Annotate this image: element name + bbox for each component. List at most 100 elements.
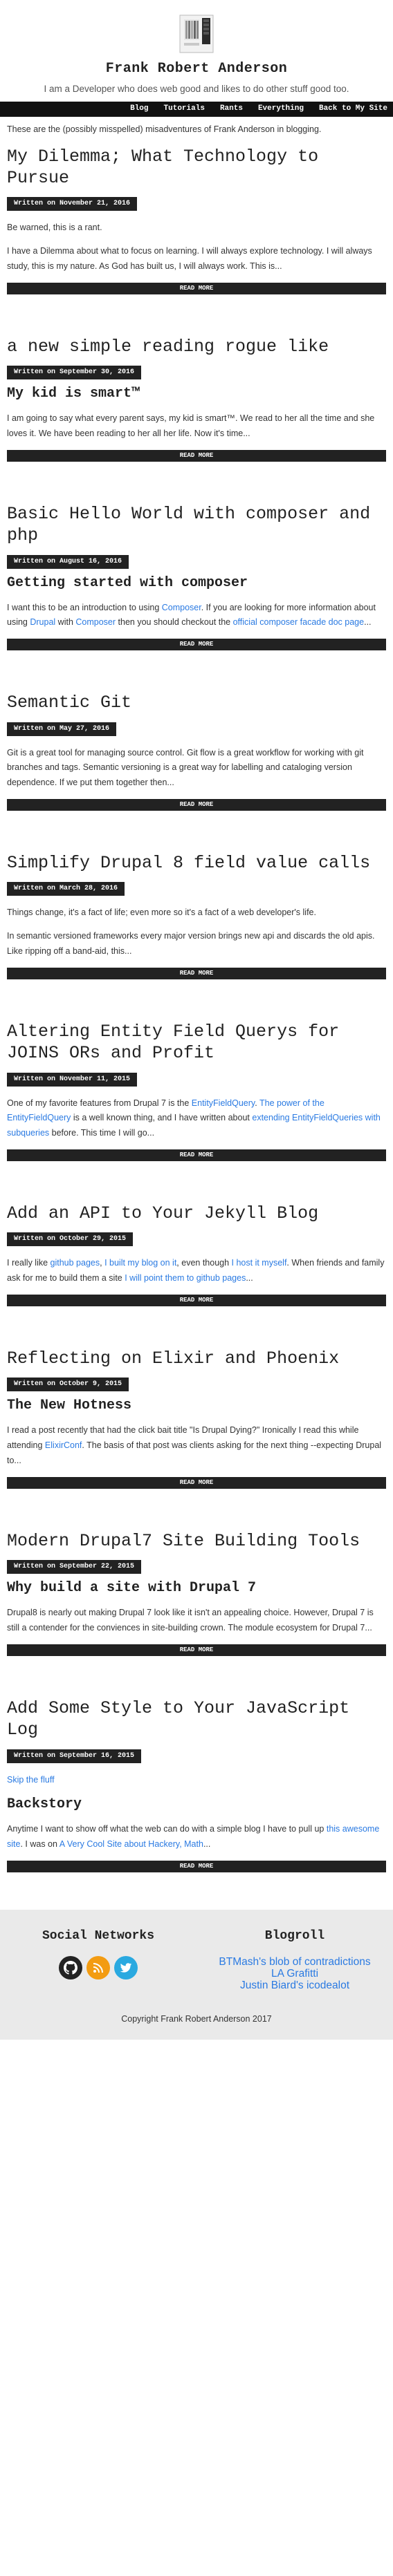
- excerpt-paragraph: Be warned, this is a rant.: [7, 223, 102, 233]
- composer-link[interactable]: Composer: [75, 617, 116, 627]
- post-date: Written on September 16, 2015: [7, 1749, 142, 1763]
- post-date: Written on November 21, 2016: [7, 197, 138, 211]
- blog-intro: These are the (possibly misspelled) misa…: [7, 124, 322, 134]
- excerpt-paragraph: I have a Dilemma about what to focus on …: [7, 246, 372, 272]
- social-networks-heading: Social Networks: [42, 1929, 155, 1944]
- excerpt-paragraph: Anytime I want to show off what the web …: [7, 1822, 386, 1852]
- entityfieldquery-link[interactable]: EntityFieldQuery: [192, 1098, 255, 1108]
- read-more-button[interactable]: READ MORE: [7, 1295, 386, 1307]
- excerpt-paragraph: One of my favorite features from Drupal …: [7, 1096, 386, 1142]
- read-more-button[interactable]: READ MORE: [7, 639, 386, 651]
- excerpt-paragraph: In semantic versioned frameworks every m…: [7, 931, 375, 957]
- post-item: Modern Drupal7 Site Building Tools Writt…: [7, 1530, 386, 1657]
- post-item: Basic Hello World with composer and php …: [7, 503, 386, 651]
- post-item: Altering Entity Field Querys for JOINS O…: [7, 1021, 386, 1162]
- hackery-math-link[interactable]: A Very Cool Site about Hackery, Math: [60, 1839, 203, 1849]
- post-excerpt: I am going to say what every parent says…: [7, 411, 386, 442]
- post-excerpt: I read a post recently that had the clic…: [7, 1423, 386, 1469]
- excerpt-text: .: [255, 1098, 259, 1108]
- read-more-button[interactable]: READ MORE: [7, 1644, 386, 1657]
- post-excerpt: Skip the fluff: [7, 1773, 386, 1788]
- post-item: Add an API to Your Jekyll Blog Written o…: [7, 1203, 386, 1307]
- read-more-button[interactable]: READ MORE: [7, 1861, 386, 1873]
- read-more-button[interactable]: READ MORE: [7, 1477, 386, 1489]
- read-more-button[interactable]: READ MORE: [7, 283, 386, 295]
- excerpt-text: I want this to be an introduction to usi…: [7, 602, 162, 612]
- post-excerpt: Drupal8 is nearly out making Drupal 7 lo…: [7, 1606, 386, 1636]
- post-title[interactable]: Semantic Git: [7, 692, 386, 713]
- blogroll-heading: Blogroll: [264, 1929, 325, 1944]
- excerpt-text: One of my favorite features from Drupal …: [7, 1098, 192, 1108]
- excerpt-paragraph: I really like github pages, I built my b…: [7, 1256, 386, 1286]
- post-date: Written on May 27, 2016: [7, 722, 117, 736]
- post-subheading: My kid is smart™: [7, 386, 140, 402]
- site-logo[interactable]: [174, 11, 219, 55]
- post-title[interactable]: Altering Entity Field Querys for JOINS O…: [7, 1021, 386, 1064]
- post-excerpt: I really like github pages, I built my b…: [7, 1256, 386, 1286]
- excerpt-text: I really like: [7, 1258, 51, 1268]
- blogroll-link[interactable]: LA Grafitti: [196, 1968, 393, 1980]
- excerpt-paragraph: I want this to be an introduction to usi…: [7, 601, 386, 631]
- read-more-button[interactable]: READ MORE: [7, 968, 386, 980]
- post-title[interactable]: My Dilemma; What Technology to Pursue: [7, 146, 386, 189]
- copyright: Copyright Frank Robert Anderson 2017: [121, 2014, 272, 2024]
- post-date: Written on August 16, 2016: [7, 554, 129, 569]
- site-footer: Social Networks Blogroll BTMash's blob o…: [0, 1910, 393, 2040]
- blogroll-link[interactable]: Justin Biard's icodealot: [196, 1980, 393, 1991]
- nav-back-to-my-site[interactable]: Back to My Site: [319, 103, 387, 115]
- post-excerpt: Things change, it's a fact of life; even…: [7, 905, 386, 959]
- post-title[interactable]: Modern Drupal7 Site Building Tools: [7, 1530, 386, 1552]
- nav-everything[interactable]: Everything: [258, 103, 304, 115]
- drupal-link[interactable]: Drupal: [30, 617, 55, 627]
- nav-tutorials[interactable]: Tutorials: [164, 103, 205, 115]
- excerpt-paragraph: Drupal8 is nearly out making Drupal 7 lo…: [7, 1608, 374, 1633]
- read-more-button[interactable]: READ MORE: [7, 799, 386, 811]
- rss-icon[interactable]: [86, 1955, 110, 1980]
- post-title[interactable]: Add Some Style to Your JavaScript Log: [7, 1698, 386, 1741]
- blogroll-link[interactable]: BTMash's blob of contradictions: [196, 1956, 393, 1968]
- post-list: These are the (possibly misspelled) misa…: [0, 122, 393, 1873]
- excerpt-paragraph: I read a post recently that had the clic…: [7, 1423, 386, 1469]
- post-title[interactable]: Reflecting on Elixir and Phoenix: [7, 1348, 386, 1369]
- blogroll-section: Blogroll BTMash's blob of contradictions…: [196, 1926, 393, 1991]
- elixirconf-link[interactable]: ElixirConf: [45, 1440, 82, 1450]
- site-title[interactable]: Frank Robert Anderson: [0, 58, 393, 80]
- post-item: a new simple reading rogue like Written …: [7, 336, 386, 462]
- point-to-github-pages-link[interactable]: I will point them to github pages: [125, 1273, 246, 1283]
- excerpt-text: ...: [246, 1273, 253, 1284]
- built-my-blog-link[interactable]: I built my blog on it: [104, 1258, 176, 1268]
- main-nav: Blog Tutorials Rants Everything Back to …: [0, 101, 393, 117]
- post-date: Written on October 29, 2015: [7, 1232, 134, 1247]
- excerpt-text: ...: [364, 617, 372, 628]
- twitter-icon[interactable]: [114, 1955, 138, 1980]
- read-more-button[interactable]: READ MORE: [7, 1149, 386, 1162]
- composer-link[interactable]: Composer: [162, 603, 201, 612]
- nav-blog[interactable]: Blog: [130, 103, 148, 115]
- post-title[interactable]: a new simple reading rogue like: [7, 336, 386, 357]
- footer-columns: Social Networks Blogroll BTMash's blob o…: [0, 1926, 393, 1991]
- nav-rants[interactable]: Rants: [220, 103, 243, 115]
- excerpt-text: before. This time I will go...: [49, 1128, 155, 1138]
- post-title[interactable]: Simplify Drupal 8 field value calls: [7, 852, 386, 874]
- post-subheading: Getting started with composer: [7, 574, 248, 591]
- social-networks-section: Social Networks: [0, 1926, 196, 1991]
- post-item: Semantic Git Written on May 27, 2016 Git…: [7, 692, 386, 811]
- composer-facade-doc-link[interactable]: official composer facade doc page: [233, 617, 364, 627]
- excerpt-text: , even though: [176, 1258, 232, 1268]
- github-icon[interactable]: [59, 1955, 82, 1980]
- post-title[interactable]: Add an API to Your Jekyll Blog: [7, 1203, 386, 1224]
- excerpt-text: then you should checkout the: [116, 617, 233, 628]
- excerpt-paragraph: Things change, it's a fact of life; even…: [7, 908, 316, 918]
- social-links: [0, 1955, 196, 1980]
- post-date: Written on November 11, 2015: [7, 1072, 138, 1087]
- host-it-myself-link[interactable]: I host it myself: [232, 1258, 287, 1268]
- github-pages-link[interactable]: github pages: [51, 1258, 100, 1268]
- excerpt-text: is a well known thing, and I have writte…: [71, 1113, 253, 1123]
- post-title[interactable]: Basic Hello World with composer and php: [7, 503, 386, 547]
- skip-the-fluff-link[interactable]: Skip the fluff: [7, 1775, 55, 1785]
- post-subheading: Backstory: [7, 1796, 82, 1813]
- post-subheading: The New Hotness: [7, 1398, 132, 1414]
- post-item: Reflecting on Elixir and Phoenix Written…: [7, 1348, 386, 1489]
- post-date: Written on September 30, 2016: [7, 366, 142, 380]
- read-more-button[interactable]: READ MORE: [7, 450, 386, 462]
